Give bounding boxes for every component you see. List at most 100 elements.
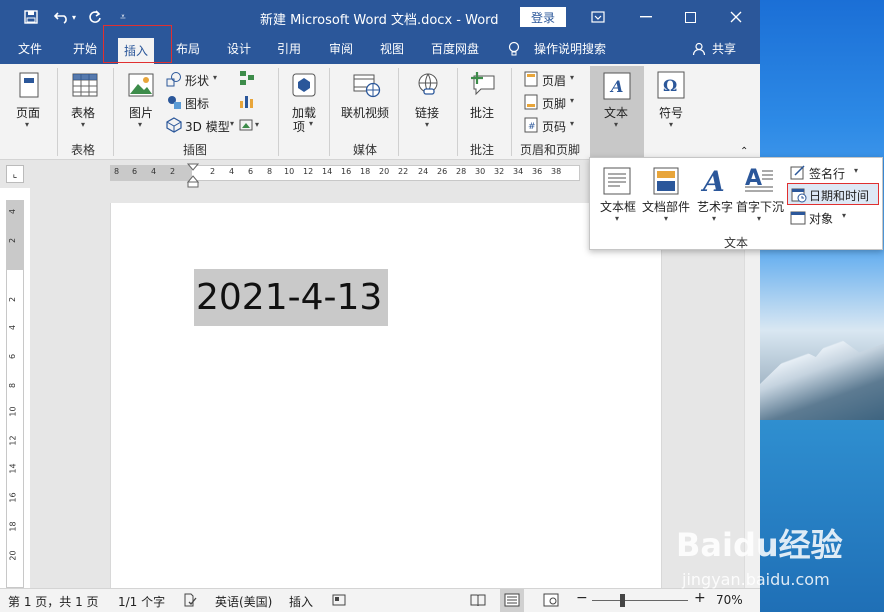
quick-parts-dropdown-caret[interactable]: ▾ xyxy=(664,214,668,223)
customize-quick-access-icon[interactable]: ⩡ xyxy=(116,0,130,34)
maximize-icon[interactable] xyxy=(670,0,710,34)
quick-parts-button-label[interactable]: 文档部件 xyxy=(642,198,690,215)
icons-icon[interactable] xyxy=(166,94,182,110)
tab-design[interactable]: 设计 xyxy=(227,34,251,64)
text-group-button[interactable]: A 文本 ▾ xyxy=(590,66,644,158)
object-dropdown-caret[interactable]: ▾ xyxy=(842,211,846,220)
signature-line-button-label[interactable]: 签名行 xyxy=(809,165,845,182)
close-icon[interactable] xyxy=(716,0,756,34)
page-button-label[interactable]: 页面 xyxy=(16,104,40,121)
textbox-button-label[interactable]: 文本框 xyxy=(600,198,636,215)
3d-model-dropdown-caret[interactable]: ▾ xyxy=(230,119,234,128)
table-icon[interactable] xyxy=(70,70,100,100)
separator xyxy=(113,68,114,156)
footer-icon[interactable] xyxy=(523,94,539,110)
drop-cap-dropdown-caret[interactable]: ▾ xyxy=(757,214,761,223)
symbol-icon[interactable]: Ω xyxy=(655,70,687,100)
zoom-slider-thumb[interactable] xyxy=(620,594,625,607)
table-dropdown-caret[interactable]: ▾ xyxy=(81,120,85,129)
zoom-out-icon[interactable]: − xyxy=(576,590,588,606)
tell-me-search[interactable]: 操作说明搜索 xyxy=(534,34,606,64)
signature-line-icon[interactable] xyxy=(790,164,806,180)
print-layout-icon[interactable] xyxy=(500,589,524,612)
screenshot-icon[interactable]: ▾ xyxy=(238,116,260,132)
selected-date-text[interactable]: 2021-4-13 xyxy=(194,269,388,326)
tab-layout[interactable]: 布局 xyxy=(176,34,200,64)
save-icon[interactable] xyxy=(20,0,42,34)
read-mode-icon[interactable] xyxy=(470,593,486,610)
undo-icon[interactable]: ▾ xyxy=(50,0,80,34)
tab-baidu-netdisk[interactable]: 百度网盘 xyxy=(431,34,479,64)
tab-home[interactable]: 开始 xyxy=(73,34,97,64)
smartart-icon[interactable] xyxy=(238,70,256,86)
icons-button-label[interactable]: 图标 xyxy=(185,95,209,112)
macro-record-icon[interactable] xyxy=(332,593,346,610)
online-video-icon[interactable] xyxy=(352,70,382,100)
tab-review[interactable]: 审阅 xyxy=(329,34,353,64)
comment-button-label[interactable]: 批注 xyxy=(470,104,494,121)
drop-cap-icon[interactable]: A xyxy=(744,164,774,196)
tab-insert[interactable]: 插入 xyxy=(118,38,155,64)
ribbon-display-options-icon[interactable] xyxy=(586,0,610,34)
quick-parts-icon[interactable] xyxy=(651,166,681,196)
tab-references[interactable]: 引用 xyxy=(277,34,301,64)
comment-icon[interactable] xyxy=(468,70,498,100)
textbox-icon[interactable] xyxy=(602,166,632,196)
wordart-button-label[interactable]: 艺术字 xyxy=(697,198,733,215)
tab-view[interactable]: 视图 xyxy=(380,34,404,64)
insert-mode-status[interactable]: 插入 xyxy=(289,593,313,610)
date-time-button[interactable]: 日期和时间 xyxy=(787,183,879,205)
zoom-slider[interactable] xyxy=(592,600,688,601)
login-button[interactable]: 登录 xyxy=(520,7,566,27)
object-icon[interactable] xyxy=(790,210,806,226)
page-icon[interactable] xyxy=(14,70,44,100)
page-number-icon[interactable]: # xyxy=(523,117,539,133)
language-status[interactable]: 英语(美国) xyxy=(215,593,272,610)
page-dropdown-caret[interactable]: ▾ xyxy=(25,120,29,129)
shapes-icon[interactable] xyxy=(166,71,182,87)
word-count-status[interactable]: 1/1 个字 xyxy=(118,593,165,610)
shapes-button-label[interactable]: 形状 xyxy=(185,72,209,89)
header-dropdown-caret[interactable]: ▾ xyxy=(570,73,574,82)
shapes-dropdown-caret[interactable]: ▾ xyxy=(213,73,217,82)
tab-file[interactable]: 文件 xyxy=(18,34,42,64)
symbol-dropdown-caret[interactable]: ▾ xyxy=(669,120,673,129)
add-ins-dropdown-caret[interactable]: ▾ xyxy=(309,119,313,128)
wordart-dropdown-caret[interactable]: ▾ xyxy=(712,214,716,223)
add-ins-button-label-line2[interactable]: 项 xyxy=(293,118,305,135)
footer-dropdown-caret[interactable]: ▾ xyxy=(570,96,574,105)
proofing-icon[interactable] xyxy=(184,593,198,610)
page-number-dropdown-caret[interactable]: ▾ xyxy=(570,119,574,128)
picture-button-label[interactable]: 图片 xyxy=(129,104,153,121)
page-count-status[interactable]: 第 1 页，共 1 页 xyxy=(8,593,99,610)
header-icon[interactable] xyxy=(523,71,539,87)
object-button-label[interactable]: 对象 xyxy=(809,210,833,227)
drop-cap-button-label[interactable]: 首字下沉 xyxy=(736,198,784,215)
picture-icon[interactable] xyxy=(126,70,156,100)
chart-icon[interactable] xyxy=(238,93,256,109)
minimize-icon[interactable] xyxy=(626,0,666,34)
ruler-number: 30 xyxy=(475,167,486,176)
online-video-button-label[interactable]: 联机视频 xyxy=(341,104,389,121)
3d-model-button-label[interactable]: 3D 模型 xyxy=(185,118,230,135)
link-icon[interactable] xyxy=(413,70,443,100)
tab-selector[interactable]: ⌞ xyxy=(6,165,24,183)
textbox-dropdown-caret[interactable]: ▾ xyxy=(615,214,619,223)
collapse-ribbon-icon[interactable]: ⌃ xyxy=(740,146,748,157)
link-dropdown-caret[interactable]: ▾ xyxy=(425,120,429,129)
link-button-label[interactable]: 链接 xyxy=(415,104,439,121)
symbol-button-label[interactable]: 符号 xyxy=(659,104,683,121)
page-number-button-label[interactable]: 页码 xyxy=(542,118,566,135)
table-button-label[interactable]: 表格 xyxy=(71,104,95,121)
web-layout-icon[interactable] xyxy=(543,593,559,610)
redo-icon[interactable] xyxy=(86,0,104,34)
3d-model-icon[interactable] xyxy=(166,117,182,133)
footer-button-label[interactable]: 页脚 xyxy=(542,95,566,112)
share-button[interactable]: 共享 xyxy=(712,34,736,64)
wordart-icon[interactable]: A xyxy=(698,164,728,196)
picture-dropdown-caret[interactable]: ▾ xyxy=(138,120,142,129)
signature-line-dropdown-caret[interactable]: ▾ xyxy=(854,166,858,175)
document-page[interactable] xyxy=(110,203,662,588)
add-ins-icon[interactable] xyxy=(289,70,319,100)
header-button-label[interactable]: 页眉 xyxy=(542,72,566,89)
